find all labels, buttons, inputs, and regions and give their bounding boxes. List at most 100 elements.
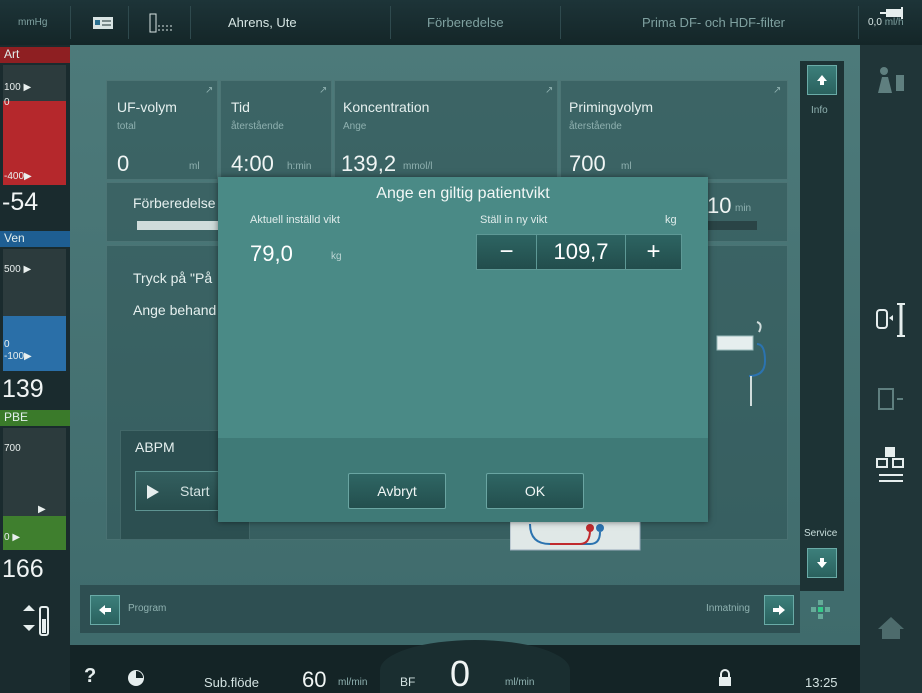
top-bar: mmHg Ahrens, Ute Förberedelse Prima DF- … — [0, 0, 922, 45]
abpm-label: ABPM — [135, 439, 175, 455]
pbe-tick-mark: ▶ — [38, 504, 46, 515]
service-label: Service — [804, 528, 838, 539]
instruction-line-1: Tryck på "På — [133, 270, 213, 286]
card-unit: ml — [189, 161, 200, 172]
bf-value: 0 — [450, 653, 471, 693]
current-weight-unit: kg — [331, 251, 342, 262]
patient-connect-icon[interactable] — [860, 45, 922, 115]
card-unit: h:min — [287, 161, 312, 172]
home-icon[interactable] — [860, 595, 922, 661]
machine-diagram — [510, 520, 641, 551]
card-title: Koncentration — [343, 99, 430, 115]
card-sub: total — [117, 121, 136, 132]
prep-label: Förberedelse — [133, 195, 216, 211]
timer-icon[interactable] — [127, 669, 145, 687]
subflow-value: 60 — [302, 667, 327, 692]
ven-tick-zero: 0 — [4, 339, 10, 350]
card-title: UF-volym — [117, 99, 177, 115]
expand-icon: ↗ — [545, 85, 554, 96]
clock: 13:25 — [805, 675, 838, 690]
pbe-tick-zero: 0 ▶ — [4, 532, 21, 543]
right-column — [860, 45, 922, 693]
program-back-button[interactable] — [90, 595, 120, 625]
pbe-tick-top: 700 — [4, 443, 21, 454]
card-sub: återstående — [569, 121, 622, 132]
arrow-down-icon — [817, 558, 827, 568]
instruction-line-2: Ange behand — [133, 302, 217, 318]
prep-time-unit: min — [735, 203, 752, 214]
nav-strip — [80, 585, 800, 633]
inmatning-forward-button[interactable] — [764, 595, 794, 625]
scroll-down-button[interactable] — [807, 548, 837, 578]
card-sub: återstående — [231, 121, 284, 132]
art-tick-zero: 0 — [4, 97, 10, 108]
abpm-start-label: Start — [180, 483, 210, 499]
card-title: Primingvolym — [569, 99, 654, 115]
card-priming-volume[interactable]: Primingvolym återstående 700 ml ↗ — [560, 80, 788, 180]
inmatning-label: Inmatning — [706, 603, 750, 614]
patient-weight-dialog: Ange en giltig patientvikt Aktuell instä… — [218, 177, 708, 522]
dialog-title: Ange en giltig patientvikt — [376, 185, 550, 202]
arrow-left-icon — [99, 605, 111, 615]
ok-button[interactable]: OK — [486, 473, 584, 509]
art-tick-bottom: -400▶ — [4, 171, 32, 182]
card-value: 700 — [569, 151, 606, 176]
expand-icon: ↗ — [319, 85, 328, 96]
card-title: Tid — [231, 99, 250, 115]
bag-pump-icon[interactable] — [860, 285, 922, 355]
art-tick-top: 100 ▶ — [4, 82, 32, 93]
subflow-label: Sub.flöde — [204, 675, 259, 690]
lock-icon[interactable] — [718, 669, 732, 687]
ven-label: Ven — [0, 231, 70, 247]
card-sub: Ange — [343, 121, 367, 132]
dialysis-screen: mmHg Ahrens, Ute Förberedelse Prima DF- … — [0, 0, 922, 693]
expand-icon: ↗ — [773, 85, 782, 96]
weight-input[interactable]: 109,7 — [537, 235, 625, 269]
card-concentration[interactable]: Koncentration Ange 139,2 mmol/l ↗ — [334, 80, 558, 180]
art-value: -54 — [2, 188, 39, 216]
pressure-column: Art 100 ▶ 0 -400▶ -54 Ven 500 ▶ 0 -100▶ … — [0, 45, 70, 693]
network-icon[interactable] — [146, 0, 174, 45]
patient-name: Ahrens, Ute — [228, 15, 297, 30]
bf-unit: ml/min — [505, 677, 535, 688]
info-strip — [800, 61, 844, 591]
card-icon[interactable] — [92, 0, 114, 45]
current-weight-label: Aktuell inställd vikt — [250, 214, 340, 226]
ven-tick-bottom: -100▶ — [4, 351, 32, 362]
new-weight-unit: kg — [665, 214, 677, 226]
card-value: 0 — [117, 151, 130, 176]
art-label: Art — [0, 47, 70, 63]
decrement-button[interactable]: − — [477, 235, 537, 269]
tube-set-icon[interactable] — [860, 430, 922, 500]
step-indicator-icon — [811, 600, 830, 619]
card-value: 139,2 — [341, 151, 397, 176]
increment-button[interactable]: + — [625, 235, 681, 269]
new-weight-label: Ställ in ny vikt — [480, 214, 548, 226]
pressure-unit: mmHg — [18, 17, 48, 28]
arrow-right-icon — [773, 605, 785, 615]
scroll-up-button[interactable] — [807, 65, 837, 95]
cancel-button[interactable]: Avbryt — [348, 473, 446, 509]
phase-label: Förberedelse — [427, 15, 504, 30]
card-time[interactable]: Tid återstående 4:00 h:min ↗ — [220, 80, 332, 180]
ven-value: 139 — [2, 375, 44, 403]
program-label: Program — [128, 603, 167, 614]
heparin-rate: 0,0 ml/h — [868, 12, 904, 32]
expand-icon: ↗ — [205, 85, 214, 96]
bottom-bar: ? Sub.flöde 60 ml/min BF 0 ml/min 13:25 — [70, 640, 860, 693]
card-uf-volume[interactable]: UF-volym total 0 ml ↗ — [106, 80, 218, 180]
dialog-footer: Avbryt OK — [218, 438, 708, 522]
prep-time: 10 — [707, 193, 732, 218]
level-icon[interactable] — [0, 593, 70, 645]
filter-icon[interactable] — [860, 365, 922, 435]
weight-stepper: − 109,7 + — [476, 234, 682, 270]
pbe-label: PBE — [0, 410, 70, 426]
heparin-rate-unit: ml/h — [884, 16, 904, 28]
current-weight-value: 79,0 — [250, 241, 293, 266]
bf-label: BF — [400, 675, 416, 689]
help-button[interactable]: ? — [84, 665, 96, 688]
ven-tick-top: 500 ▶ — [4, 264, 32, 275]
card-unit: ml — [621, 161, 632, 172]
play-icon — [147, 485, 159, 499]
heparin-rate-value: 0,0 — [868, 16, 882, 28]
